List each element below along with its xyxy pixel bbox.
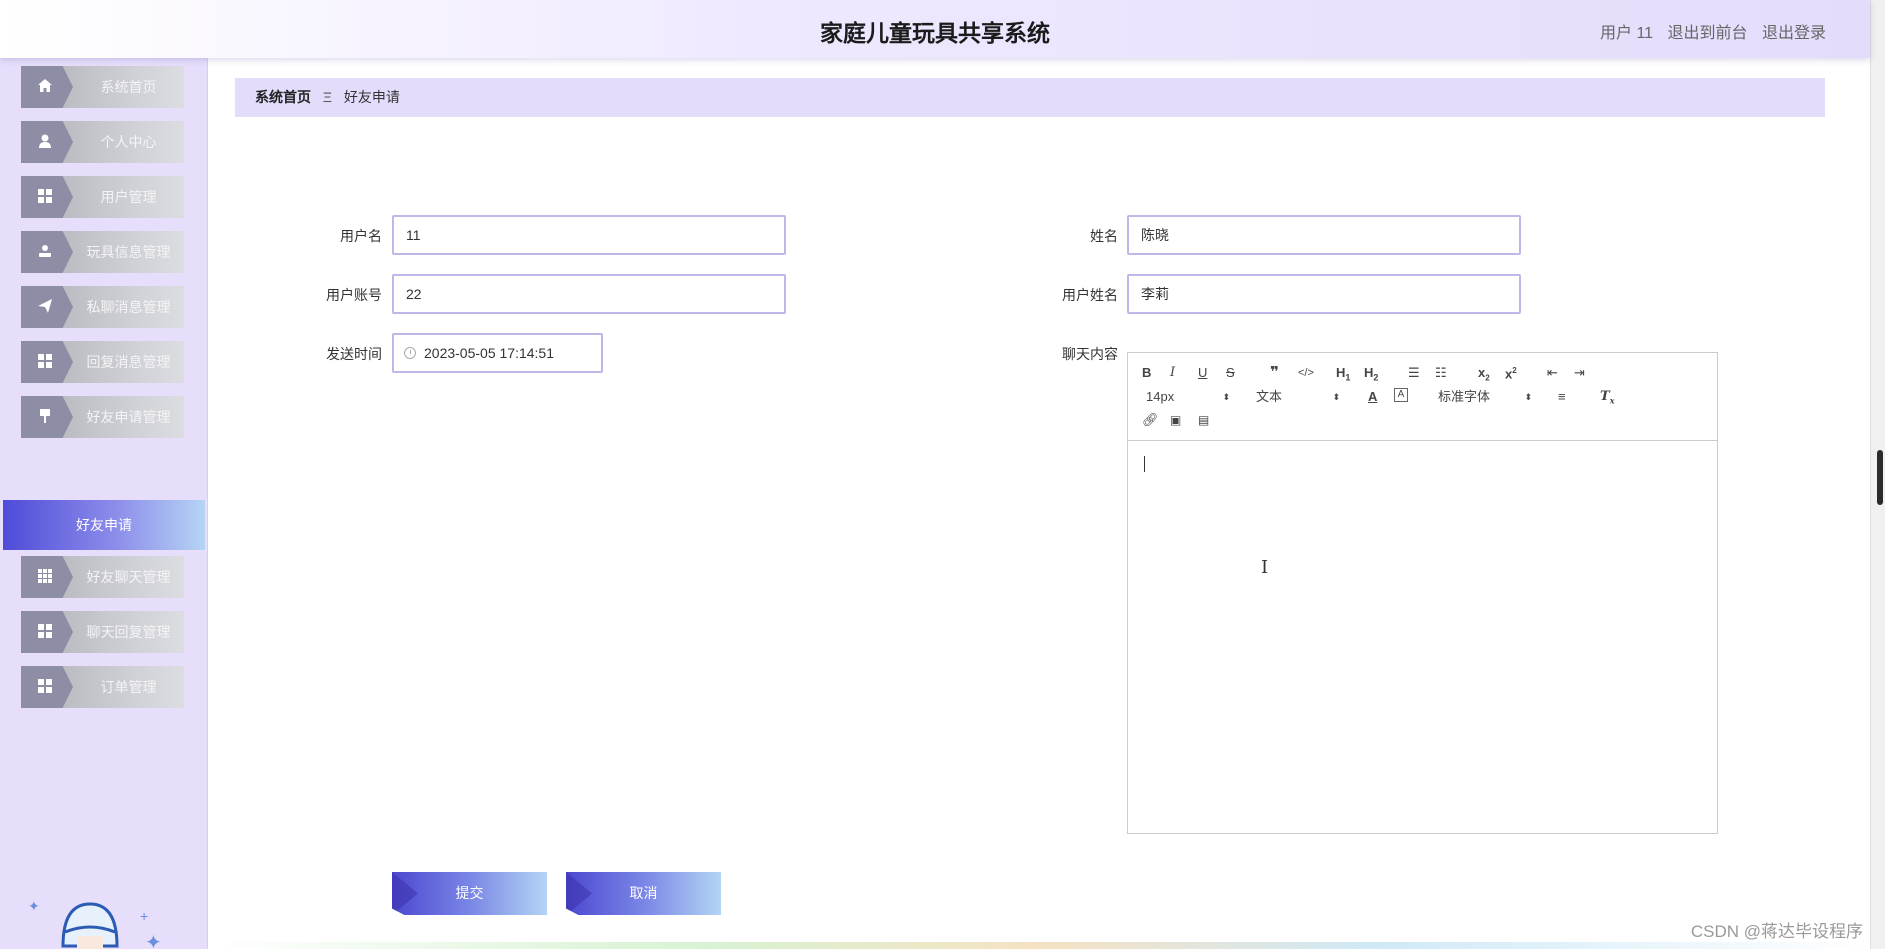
name-field[interactable]: 陈晓 (1127, 215, 1521, 255)
name-label: 姓名 (1090, 228, 1118, 244)
sidebar-item-users[interactable]: 用户管理 (21, 176, 184, 218)
italic-icon[interactable]: I (1170, 364, 1175, 382)
scrollbar-thumb[interactable] (1877, 450, 1883, 505)
back-to-front-link[interactable]: 退出到前台 (1668, 25, 1748, 42)
sidebar-item-home[interactable]: 系统首页 (21, 66, 184, 108)
mouse-ibeam-cursor: I (1261, 557, 1269, 578)
select-arrow-icon: ⬍ (1222, 392, 1230, 402)
grid-icon (35, 187, 55, 207)
watermark: CSDN @蒋达毕设程序 (1690, 922, 1863, 941)
sidebar-item-profile[interactable]: 个人中心 (21, 121, 184, 163)
pin-icon (35, 407, 55, 427)
send-time-value: 2023-05-05 17:14:51 (424, 345, 554, 361)
cancel-button[interactable]: 取消 (566, 872, 721, 915)
blockquote-icon[interactable]: ❞ (1270, 364, 1279, 382)
link-icon[interactable]: 🔗︎ (1142, 411, 1159, 429)
footer-decoration (208, 942, 1870, 949)
bold-icon[interactable]: B (1142, 364, 1151, 382)
sidebar-subitem-friend-request[interactable]: 好友申请 (3, 500, 205, 550)
sidebar-item-orders[interactable]: 订单管理 (21, 666, 184, 708)
select-arrow-icon: ⬍ (1524, 392, 1532, 402)
font-size-value: 14px (1146, 389, 1175, 404)
video-icon[interactable]: ▤ (1198, 411, 1209, 429)
sidebar-item-label: 回复消息管理 (86, 354, 171, 370)
header-user-links: 用户 11 退出到前台 退出登录 (1590, 19, 1826, 43)
apps-icon (35, 567, 55, 587)
heading1-icon[interactable]: H1 (1336, 364, 1350, 383)
select-arrow-icon: ⬍ (1332, 392, 1340, 402)
grid-icon (35, 677, 55, 697)
editor-toolbar: B I U S ❞ </> H1 H2 ☰ ☷ x2 x2 ⇤ ⇥ 14px ⬍… (1128, 353, 1717, 441)
text-caret (1144, 456, 1145, 472)
real-name-label: 用户姓名 (1062, 287, 1118, 303)
sidebar-item-replies[interactable]: 回复消息管理 (21, 341, 184, 383)
username-field[interactable]: 11 (392, 215, 786, 255)
mascot-illustration (61, 902, 119, 949)
sidebar-item-friend-chat[interactable]: 好友聊天管理 (21, 556, 184, 598)
send-icon (35, 297, 55, 317)
clock-icon (404, 347, 416, 359)
person-icon (35, 242, 55, 262)
chat-content-label: 聊天内容 (1062, 346, 1118, 362)
account-field[interactable]: 22 (392, 274, 786, 314)
sparkle-icon: + (140, 908, 149, 924)
breadcrumb-home[interactable]: 系统首页 (255, 89, 311, 105)
font-family-value: 标准字体 (1438, 389, 1491, 404)
sidebar: 系统首页 个人中心 用户管理 玩具信息管理 私聊消息管理 回复消息管理 好友申请… (0, 58, 208, 949)
sidebar-item-label: 个人中心 (100, 134, 157, 150)
user-icon (35, 132, 55, 152)
subscript-icon[interactable]: x2 (1478, 364, 1490, 383)
background-color-icon[interactable]: A (1394, 388, 1408, 402)
sidebar-item-label: 聊天回复管理 (86, 624, 171, 640)
indent-icon[interactable]: ⇥ (1574, 364, 1585, 382)
clear-format-icon[interactable]: Tx (1600, 388, 1614, 406)
current-user: 用户 11 (1600, 25, 1654, 42)
sidebar-item-label: 系统首页 (100, 79, 157, 95)
sidebar-item-toys[interactable]: 玩具信息管理 (21, 231, 184, 273)
strikethrough-icon[interactable]: S (1226, 364, 1235, 382)
username-label: 用户名 (340, 228, 382, 244)
logout-link[interactable]: 退出登录 (1762, 25, 1826, 42)
font-size-select[interactable]: 14px ⬍ (1146, 388, 1230, 406)
home-icon (35, 77, 55, 97)
ordered-list-icon[interactable]: ☰ (1408, 364, 1420, 382)
sidebar-item-label: 私聊消息管理 (86, 299, 171, 315)
sidebar-item-friend-requests[interactable]: 好友申请管理 (21, 396, 184, 438)
heading2-icon[interactable]: H2 (1364, 364, 1378, 383)
block-type-value: 文本 (1256, 389, 1283, 404)
sidebar-item-label: 玩具信息管理 (86, 244, 171, 260)
chat-content-editor: B I U S ❞ </> H1 H2 ☰ ☷ x2 x2 ⇤ ⇥ 14px ⬍… (1127, 352, 1718, 834)
send-time-picker[interactable]: 2023-05-05 17:14:51 (392, 333, 603, 373)
bullet-list-icon[interactable]: ☷ (1435, 364, 1447, 382)
sidebar-item-label: 好友聊天管理 (86, 569, 171, 585)
sidebar-item-chat-replies[interactable]: 聊天回复管理 (21, 611, 184, 653)
align-left-icon[interactable]: ≡ (1558, 388, 1566, 406)
sparkle-icon: ✦ (28, 898, 40, 914)
image-icon[interactable]: ▣ (1170, 411, 1181, 429)
block-type-select[interactable]: 文本 ⬍ (1256, 388, 1340, 406)
account-label: 用户账号 (326, 287, 382, 303)
sparkle-icon: ✦ (145, 932, 162, 949)
underline-icon[interactable]: U (1198, 364, 1207, 382)
top-header: 家庭儿童玩具共享系统 用户 11 退出到前台 退出登录 (0, 0, 1870, 58)
font-family-select[interactable]: 标准字体 ⬍ (1438, 388, 1532, 406)
grid-icon (35, 622, 55, 642)
editor-content-area[interactable]: I (1128, 442, 1717, 834)
sidebar-item-label: 用户管理 (100, 189, 157, 205)
submit-button[interactable]: 提交 (392, 872, 547, 915)
sidebar-item-label: 订单管理 (100, 679, 157, 695)
real-name-field[interactable]: 李莉 (1127, 274, 1521, 314)
sidebar-item-private-messages[interactable]: 私聊消息管理 (21, 286, 184, 328)
breadcrumb: 系统首页 Ξ 好友申请 (235, 78, 1825, 117)
sidebar-item-label: 好友申请管理 (86, 409, 171, 425)
page-scrollbar[interactable] (1870, 0, 1885, 949)
grid-icon (35, 352, 55, 372)
send-time-label: 发送时间 (326, 346, 382, 362)
superscript-icon[interactable]: x2 (1505, 362, 1517, 381)
breadcrumb-separator: Ξ (322, 89, 332, 105)
breadcrumb-current: 好友申请 (343, 89, 400, 105)
outdent-icon[interactable]: ⇤ (1547, 364, 1558, 382)
text-color-icon[interactable]: A (1368, 388, 1377, 406)
code-block-icon[interactable]: </> (1298, 364, 1314, 382)
